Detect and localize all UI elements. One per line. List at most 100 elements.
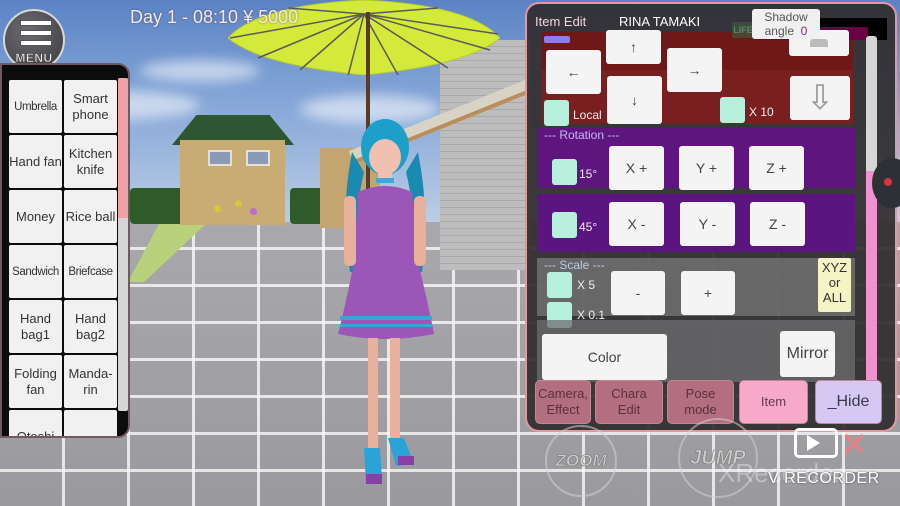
item-button[interactable]: Money bbox=[9, 190, 62, 243]
arrow-down-outline-icon: ⇩ bbox=[805, 79, 835, 117]
character-name: RINA TAMAKI bbox=[619, 14, 701, 29]
scrollbar-thumb[interactable] bbox=[118, 78, 128, 218]
tab-label: Item bbox=[760, 394, 787, 409]
item-label: Hand bag2 bbox=[74, 310, 107, 342]
item-button[interactable]: Otoshi bbox=[9, 410, 62, 438]
item-button[interactable]: Briefcase bbox=[64, 245, 117, 298]
item-label: Briefcase bbox=[68, 265, 113, 278]
scale-minus-button[interactable]: - bbox=[611, 271, 665, 315]
zoom-button[interactable]: ZOOM bbox=[545, 425, 617, 497]
item-label: Hand bag1 bbox=[19, 310, 52, 342]
rotation-45-checkbox[interactable] bbox=[552, 212, 577, 238]
x10-label: X 10 bbox=[749, 105, 774, 119]
mirror-button[interactable]: Mirror bbox=[780, 331, 835, 377]
move-lower-button[interactable]: ⇩ bbox=[790, 76, 850, 120]
item-button[interactable]: Hand fan bbox=[9, 135, 62, 188]
scale-x5-checkbox[interactable] bbox=[547, 272, 572, 298]
tab-item[interactable]: Item bbox=[739, 380, 808, 424]
item-label: Umbrella bbox=[14, 100, 57, 113]
scrollbar-thumb[interactable] bbox=[866, 170, 877, 382]
rotate-y-minus-button[interactable]: Y - bbox=[680, 202, 735, 246]
rotation-45-label: 45° bbox=[579, 220, 598, 234]
local-label: Local bbox=[573, 108, 602, 122]
item-button[interactable]: Folding fan bbox=[9, 355, 62, 408]
item-label: Manda- rin bbox=[68, 365, 113, 397]
item-button[interactable] bbox=[64, 410, 117, 436]
character-rina[interactable] bbox=[330, 112, 440, 492]
item-label: Money bbox=[15, 208, 56, 224]
record-dot-icon bbox=[884, 178, 892, 186]
flower bbox=[250, 208, 257, 215]
scale-title: --- Scale --- bbox=[544, 258, 605, 272]
item-label: Kitchen knife bbox=[68, 145, 113, 177]
move-up-button[interactable]: ↑ bbox=[606, 30, 661, 64]
hamburger-icon bbox=[20, 20, 52, 26]
menu-button[interactable]: MENU bbox=[3, 9, 65, 71]
tab-label: Effect bbox=[546, 402, 580, 417]
day-time-money-status: Day 1 - 08:10 ¥ 5000 bbox=[130, 7, 299, 27]
rotation-15-checkbox[interactable] bbox=[552, 159, 577, 185]
video-recorder-icon bbox=[794, 428, 838, 458]
item-label: Otoshi bbox=[16, 428, 55, 438]
arrow-right-icon: → bbox=[687, 62, 702, 78]
or-label: or bbox=[828, 275, 841, 290]
scale-x5-label: X 5 bbox=[577, 278, 596, 292]
hamburger-icon bbox=[20, 40, 52, 46]
tab-camera-effect[interactable]: Camera, Effect bbox=[535, 380, 591, 424]
xyz-label: XYZ bbox=[821, 260, 848, 275]
item-button[interactable]: Umbrella bbox=[9, 80, 62, 133]
item-label: Folding fan bbox=[14, 365, 57, 397]
item-list-scrollbar[interactable] bbox=[118, 78, 128, 411]
item-button[interactable]: Hand bag2 bbox=[64, 300, 117, 353]
arrow-up-icon: ↑ bbox=[630, 39, 637, 55]
color-button[interactable]: Color bbox=[542, 334, 667, 380]
item-button[interactable]: Manda- rin bbox=[64, 355, 117, 408]
item-edit-panel: Item Edit RINA TAMAKI LIFE Shadow angle … bbox=[525, 2, 897, 432]
section-marker bbox=[544, 36, 570, 43]
rotate-z-minus-button[interactable]: Z - bbox=[750, 202, 805, 246]
tab-label: mode bbox=[684, 402, 717, 417]
xyz-or-all-toggle[interactable]: XYZ or ALL bbox=[818, 258, 851, 312]
item-button[interactable]: Sandwich bbox=[9, 245, 62, 298]
window bbox=[246, 150, 270, 166]
raise-icon bbox=[810, 39, 828, 47]
rotate-x-minus-button[interactable]: X - bbox=[609, 202, 664, 246]
tab-pose-mode[interactable]: Pose mode bbox=[667, 380, 734, 424]
tab-label: Pose bbox=[685, 386, 716, 401]
move-right-button[interactable]: → bbox=[667, 48, 722, 92]
tab-label: Camera, bbox=[538, 386, 588, 401]
rotation-title: --- Rotation --- bbox=[544, 128, 620, 142]
x10-checkbox[interactable] bbox=[720, 97, 745, 123]
life-label: LIFE bbox=[732, 22, 754, 38]
play-icon bbox=[807, 435, 820, 451]
hamburger-icon bbox=[20, 30, 52, 36]
item-button[interactable]: Hand bag1 bbox=[9, 300, 62, 353]
move-left-button[interactable]: ← bbox=[546, 50, 601, 94]
item-button[interactable]: Rice ball bbox=[64, 190, 117, 243]
local-checkbox[interactable] bbox=[544, 100, 569, 126]
hide-button[interactable]: _Hide bbox=[815, 380, 882, 424]
arrow-down-icon: ↓ bbox=[631, 92, 638, 108]
item-edit-scrollbar[interactable] bbox=[866, 36, 877, 382]
rotate-z-plus-button[interactable]: Z + bbox=[749, 146, 804, 190]
all-label: ALL bbox=[822, 290, 847, 305]
shadow-angle-control[interactable]: Shadow angle 0 bbox=[752, 9, 820, 39]
shadow-label: Shadow bbox=[764, 10, 808, 24]
flower bbox=[235, 200, 242, 207]
flower bbox=[214, 205, 221, 212]
rotate-x-plus-button[interactable]: X + bbox=[609, 146, 664, 190]
tab-chara-edit[interactable]: Chara Edit bbox=[595, 380, 663, 424]
rotation-15-label: 15° bbox=[579, 167, 598, 181]
rotate-y-plus-button[interactable]: Y + bbox=[679, 146, 734, 190]
window bbox=[208, 150, 232, 166]
scale-plus-button[interactable]: + bbox=[681, 271, 735, 315]
item-label: Sandwich bbox=[12, 265, 59, 278]
item-list-panel: Umbrella Smart phone Hand fan Kitchen knife… bbox=[0, 63, 130, 438]
item-button[interactable]: Smart phone bbox=[64, 80, 117, 133]
item-button[interactable]: Kitchen knife bbox=[64, 135, 117, 188]
close-recording-icon[interactable]: ✕ bbox=[840, 428, 869, 462]
item-label: Hand fan bbox=[9, 153, 62, 169]
tab-label: Chara bbox=[611, 386, 647, 401]
move-down-button[interactable]: ↓ bbox=[607, 76, 662, 124]
angle-label: angle bbox=[764, 24, 794, 38]
